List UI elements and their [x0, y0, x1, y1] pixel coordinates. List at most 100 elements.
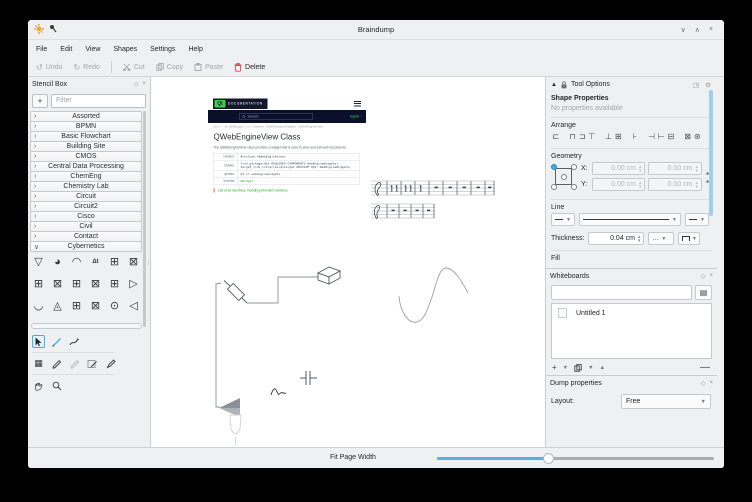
pencil-tool[interactable] — [50, 357, 63, 370]
anchor-selector[interactable] — [551, 164, 577, 190]
connector-wire[interactable] — [216, 277, 318, 407]
stencil-vscrollbar[interactable] — [143, 111, 146, 327]
menu-item[interactable]: File — [36, 46, 47, 53]
freehand-tool[interactable] — [68, 357, 81, 370]
crossed-box-3[interactable]: ⊞ — [31, 276, 46, 291]
align-h-center-icon[interactable]: ⊓ — [568, 130, 578, 142]
annotate-tool[interactable] — [86, 357, 99, 370]
undo-button[interactable]: ↺ Undo — [36, 63, 62, 72]
crossed-box-5[interactable]: ⊞ — [107, 276, 122, 291]
height-field[interactable]: 0.00 cm▲▼ — [648, 178, 701, 191]
capacitor-shape[interactable] — [300, 371, 317, 385]
grid-tool[interactable]: ▦ — [32, 357, 45, 370]
copy-button[interactable]: Copy — [156, 63, 183, 71]
align-v-center-icon[interactable]: ⊥ — [604, 130, 614, 142]
menu-item[interactable]: Edit — [60, 46, 72, 53]
calligraphy-tool[interactable] — [68, 335, 81, 348]
canvas-shapes[interactable] — [151, 77, 545, 447]
filter-input[interactable]: Filter — [51, 94, 146, 108]
x-position-field[interactable]: 0.00 cm▲▼ — [592, 162, 645, 175]
distribute-right-icon[interactable]: ⊢ — [656, 130, 666, 142]
whiteboard-view-button[interactable]: ▤ — [695, 285, 712, 300]
cap-style-button[interactable]: ▼ — [678, 232, 700, 245]
zoom-tool[interactable] — [50, 379, 63, 392]
x-box-1[interactable]: ⊠ — [126, 254, 141, 269]
paste-button[interactable]: Paste — [194, 63, 223, 71]
float-docker-icon[interactable]: ◳ — [693, 81, 699, 89]
panel-scrollbar[interactable] — [709, 90, 713, 216]
line-end-combo[interactable]: ▼ — [685, 213, 709, 226]
triangle-right[interactable]: ▷ — [126, 276, 141, 291]
whiteboard-item[interactable]: Untitled 1 — [552, 304, 711, 318]
zoom-slider-handle[interactable] — [543, 453, 554, 464]
add-whiteboard-button[interactable]: + — [552, 363, 557, 372]
funnel[interactable]: ▽ — [31, 254, 46, 269]
remove-whiteboard-button[interactable]: — — [700, 362, 710, 373]
cut-button[interactable]: Cut — [123, 63, 145, 71]
pan-tool[interactable] — [32, 379, 45, 392]
layout-combo[interactable]: Free ▼ — [621, 394, 711, 409]
group-icon[interactable]: ⊞ — [613, 130, 623, 142]
select-tool[interactable] — [32, 335, 45, 348]
sine-wave-shape[interactable] — [399, 268, 468, 322]
duplicate-icon[interactable] — [574, 364, 582, 372]
crossed-box-4[interactable]: ⊞ — [69, 276, 84, 291]
resistor-shape[interactable] — [224, 281, 247, 304]
arc-up[interactable]: ◠ — [69, 254, 84, 269]
zoom-slider[interactable] — [437, 457, 714, 460]
arc-down[interactable]: ◡ — [31, 298, 46, 313]
delta-t-box[interactable]: Δt — [88, 254, 103, 269]
close-docker-icon[interactable]: × — [142, 81, 146, 88]
menu-item[interactable]: Settings — [150, 46, 175, 53]
x-box-3[interactable]: ⊠ — [88, 276, 103, 291]
float-docker-icon[interactable]: ◇ — [701, 380, 706, 387]
move-down-icon[interactable]: ▼ — [588, 365, 593, 371]
close-docker-icon[interactable]: × — [709, 380, 713, 387]
raise-icon[interactable]: ⊠ — [683, 130, 693, 142]
stencil-category-expanded[interactable]: ∨ Cybernetics — [30, 241, 142, 252]
menu-item[interactable]: Shapes — [113, 46, 137, 53]
redo-button[interactable]: ↻ Redo — [73, 63, 99, 72]
collapse-icon[interactable]: ▲ — [551, 82, 557, 88]
menu-item[interactable]: View — [85, 46, 100, 53]
x-box-4[interactable]: ⊠ — [88, 298, 103, 313]
align-top-icon[interactable]: ⊤ — [587, 130, 597, 142]
crossed-box-1[interactable]: ⊞ — [107, 254, 122, 269]
circle-dot[interactable]: ⊙ — [107, 298, 122, 313]
crossed-box-6[interactable]: ⊞ — [69, 298, 84, 313]
box-3d-shape[interactable] — [318, 267, 340, 284]
whiteboard-name-input[interactable] — [551, 285, 692, 300]
line-tool[interactable] — [50, 335, 63, 348]
line-start-combo[interactable]: ▼ — [551, 213, 575, 226]
triangle-left[interactable]: ◁ — [126, 298, 141, 313]
y-position-field[interactable]: 0.00 cm▲▼ — [592, 178, 645, 191]
width-field[interactable]: 0.00 cm▲▼ — [648, 162, 701, 175]
triangle-box[interactable]: ◬ — [50, 298, 65, 313]
menu-item[interactable]: Help — [188, 46, 202, 53]
docker-settings-icon[interactable]: ⚙ — [705, 81, 711, 89]
delete-button[interactable]: Delete — [234, 63, 265, 72]
arrow-shape[interactable] — [219, 398, 240, 417]
float-docker-icon[interactable]: ◇ — [701, 273, 706, 280]
move-up-icon[interactable]: ▲ — [600, 365, 605, 371]
align-right-icon[interactable]: ⊐ — [577, 130, 587, 142]
zoom-mode-label[interactable]: Fit Page Width — [330, 454, 376, 461]
distribute-center-icon[interactable]: ⊣ — [647, 130, 657, 142]
pen-tool[interactable] — [104, 357, 117, 370]
float-docker-icon[interactable]: ◇ — [134, 81, 139, 88]
thickness-field[interactable]: 0.04 cm▲▼ — [588, 232, 644, 245]
chevron-down-icon[interactable]: ▼ — [563, 365, 568, 371]
ungroup-icon[interactable]: ⊛ — [692, 130, 702, 142]
close-docker-icon[interactable]: × — [709, 273, 713, 280]
pie-quarter[interactable]: ◕ — [50, 254, 65, 269]
whiteboard-list[interactable]: Untitled 1 — [551, 303, 712, 359]
line-style-combo[interactable]: ▼ — [579, 213, 681, 226]
align-left-icon[interactable]: ⊏ — [551, 130, 561, 142]
lower-icon[interactable]: ⊟ — [666, 130, 676, 142]
lock-icon[interactable] — [561, 81, 567, 89]
drawing-canvas[interactable]: Qt DOCUMENTATION Search Signin› — [151, 77, 545, 447]
flask-shape[interactable] — [230, 415, 241, 445]
switch-shape[interactable] — [271, 389, 286, 395]
dash-pattern-combo[interactable]: ...▼ — [648, 232, 674, 245]
add-stencil-button[interactable]: + — [32, 94, 48, 108]
